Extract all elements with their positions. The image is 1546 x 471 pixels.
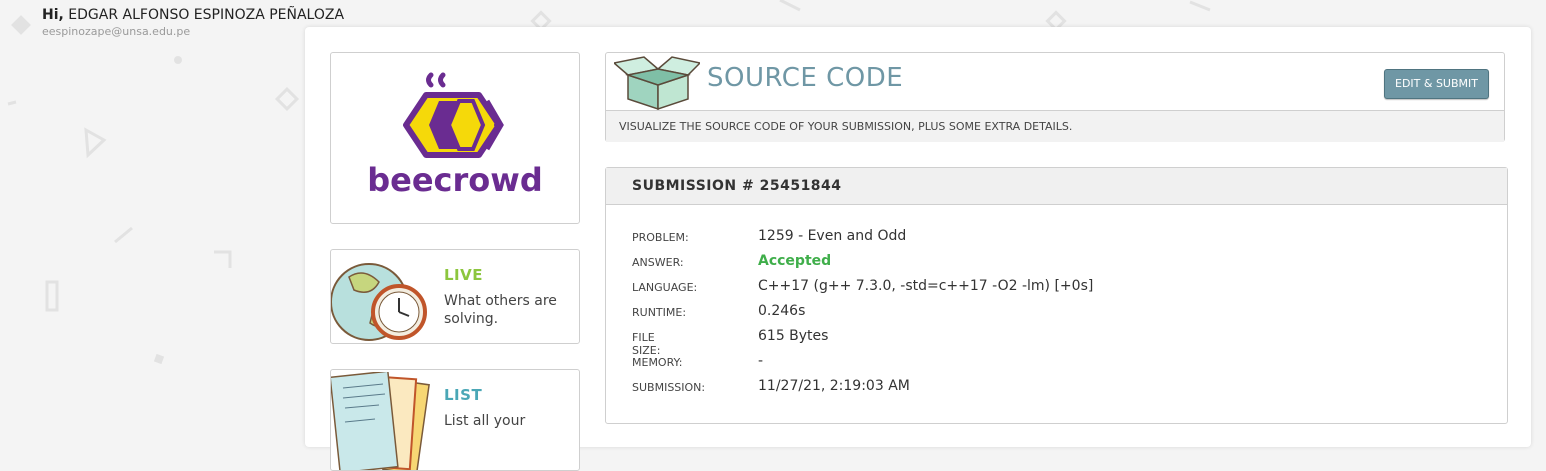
sidebar-list-description: List all your [444,413,526,429]
detail-label: LANGUAGE: [632,281,698,294]
user-greeting: Hi, EDGAR ALFONSO ESPINOZA PEÑALOZA [42,7,344,23]
detail-label: SUBMISSION: [632,381,706,394]
detail-value: 11/27/21, 2:19:03 AM [758,378,910,394]
main-panel: beecrowd LIVE What others are solving. L… [305,27,1531,471]
page-title: SOURCE CODE [707,63,904,93]
detail-value: - [758,353,764,369]
greeting-label: Hi, [42,7,64,23]
detail-value: 0.246s [758,303,806,319]
user-info: Hi, EDGAR ALFONSO ESPINOZA PEÑALOZA eesp… [42,7,344,38]
sidebar-list-title: LIST [444,386,483,404]
detail-label: FILE SIZE: [632,331,661,357]
user-email: eespinozape@unsa.edu.pe [42,25,191,38]
beecrowd-logo-card[interactable]: beecrowd [330,52,580,224]
edit-submit-button[interactable]: EDIT & SUBMIT [1384,69,1489,99]
detail-label: PROBLEM: [632,231,689,244]
detail-label: RUNTIME: [632,306,687,319]
logo-text: beecrowd [367,161,543,199]
detail-value: 615 Bytes [758,328,829,344]
user-name[interactable]: EDGAR ALFONSO ESPINOZA PEÑALOZA [68,7,344,23]
submission-card: SUBMISSION # 25451844 PROBLEM: 1259 - Ev… [605,167,1508,424]
globe-clock-icon [331,263,427,341]
submission-header: SUBMISSION # 25451844 [606,168,1507,205]
problem-link[interactable]: 1259 - Even and Odd [758,228,906,244]
papers-icon [331,372,430,470]
page-subtitle: VISUALIZE THE SOURCE CODE OF YOUR SUBMIS… [606,110,1504,142]
sidebar-live-description: What others are solving. [444,293,557,327]
open-box-icon [614,56,700,111]
sidebar-live-card[interactable]: LIVE What others are solving. [330,249,580,344]
detail-label: MEMORY: [632,356,683,369]
detail-value: C++17 (g++ 7.3.0, -std=c++17 -O2 -lm) [+… [758,278,1094,294]
answer-status: Accepted [758,253,832,269]
beecrowd-logo-icon: beecrowd [367,72,543,199]
detail-label: ANSWER: [632,256,684,269]
source-code-card: SOURCE CODE EDIT & SUBMIT VISUALIZE THE … [605,52,1505,142]
sidebar-live-title: LIVE [444,266,483,284]
sidebar-list-card[interactable]: LIST List all your [330,369,580,471]
